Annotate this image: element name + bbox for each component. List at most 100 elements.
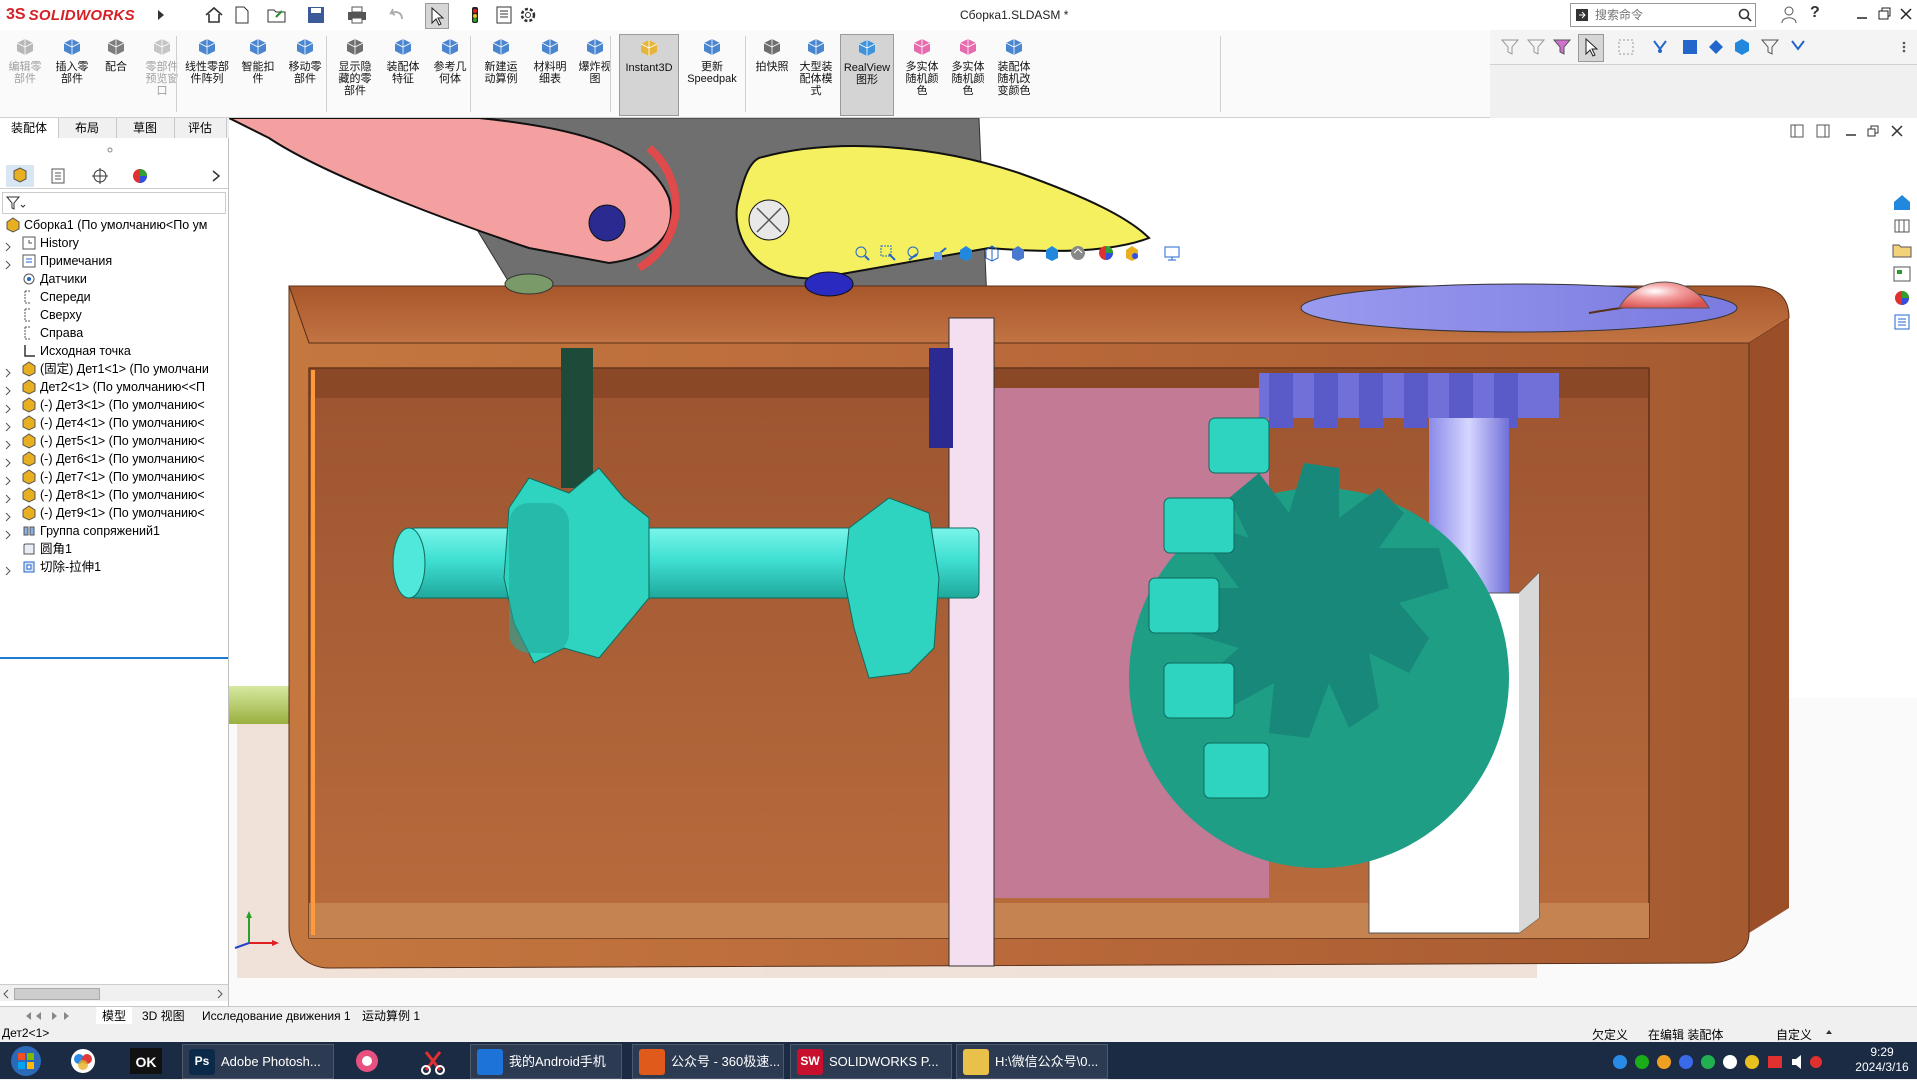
- tree-expand-arrow-icon[interactable]: [4, 399, 12, 414]
- ok-app-icon[interactable]: OK: [128, 1046, 164, 1076]
- select-box-icon[interactable]: [1616, 37, 1636, 57]
- home-icon[interactable]: [204, 6, 224, 24]
- filter-icon[interactable]: [1500, 37, 1520, 57]
- filter-faces-icon[interactable]: [1526, 37, 1546, 57]
- ribbon-button-13[interactable]: Instant3D: [619, 34, 679, 116]
- tree-expand-arrow-icon[interactable]: [4, 363, 12, 378]
- solidworks-resources-icon[interactable]: [1891, 192, 1913, 212]
- command-tab-3[interactable]: 评估: [174, 118, 227, 138]
- view-settings-icon[interactable]: [1123, 244, 1141, 262]
- filter-funnel-icon[interactable]: [3, 193, 27, 213]
- ribbon-button-18[interactable]: 多实体 随机颜 色: [900, 34, 944, 114]
- filter-toggle-icon[interactable]: [1760, 37, 1780, 57]
- scene-icon[interactable]: [1097, 244, 1115, 262]
- lasso-select-icon[interactable]: [1706, 37, 1726, 57]
- tree-expand-arrow-icon[interactable]: [4, 471, 12, 486]
- ribbon-button-8[interactable]: 装配体 特征: [380, 34, 426, 114]
- tree-expand-arrow-icon[interactable]: [4, 237, 12, 252]
- help-icon[interactable]: ?: [1810, 4, 1826, 24]
- panel-expand-arrow-icon[interactable]: [210, 168, 222, 184]
- solidworks-logo[interactable]: 3S SOLIDWORKS: [0, 0, 152, 30]
- viewport-minimize-icon[interactable]: [1844, 124, 1858, 138]
- taskbar-app-1[interactable]: 我的Android手机: [470, 1044, 622, 1079]
- feature-manager-tab[interactable]: [6, 165, 34, 187]
- ribbon-button-17[interactable]: RealView 图形: [840, 34, 894, 116]
- file-properties-icon[interactable]: [494, 5, 514, 25]
- units-dropdown-icon[interactable]: [1824, 1025, 1834, 1039]
- start-button-icon[interactable]: [8, 1044, 44, 1077]
- ribbon-button-7[interactable]: 显示隐 藏的零 部件: [332, 34, 378, 114]
- search-icon[interactable]: [1737, 7, 1753, 23]
- taskbar-app-2[interactable]: 公众号 - 360极速...: [632, 1044, 784, 1079]
- box-select-icon[interactable]: [1680, 37, 1700, 57]
- ribbon-button-10[interactable]: 新建运 动算例: [478, 34, 524, 114]
- section-view-icon[interactable]: [931, 244, 949, 262]
- ribbon-button-20[interactable]: 装配体 随机改 变颜色: [992, 34, 1036, 114]
- open-folder-icon[interactable]: [266, 5, 288, 25]
- viewport-tile-right-icon[interactable]: [1816, 124, 1830, 138]
- panel-grip[interactable]: [104, 142, 116, 153]
- edit-appearance-icon[interactable]: [1069, 244, 1087, 262]
- command-tab-1[interactable]: 布局: [58, 118, 117, 138]
- previous-view-icon[interactable]: [905, 244, 923, 262]
- tree-expand-arrow-icon[interactable]: [4, 561, 12, 576]
- scroll-thumb[interactable]: [14, 988, 100, 1000]
- status-units[interactable]: 自定义: [1776, 1026, 1812, 1043]
- tree-expand-arrow-icon[interactable]: [4, 255, 12, 270]
- ribbon-button-5[interactable]: 智能扣 件: [236, 34, 280, 114]
- search-input[interactable]: [1593, 7, 1737, 23]
- ribbon-button-0[interactable]: 编辑零 部件: [3, 34, 47, 114]
- tree-expand-arrow-icon[interactable]: [4, 381, 12, 396]
- display-style-icon[interactable]: [1009, 244, 1027, 262]
- options-gear-icon[interactable]: [518, 5, 538, 25]
- ribbon-button-15[interactable]: 拍快照: [752, 34, 792, 114]
- scroll-right-icon[interactable]: [216, 988, 224, 999]
- menu-expand-arrow[interactable]: [156, 6, 166, 24]
- tree-expand-arrow-icon[interactable]: [4, 417, 12, 432]
- zoom-to-fit-icon[interactable]: [853, 244, 871, 262]
- command-tab-2[interactable]: 草图: [116, 118, 175, 138]
- property-manager-tab[interactable]: [44, 165, 72, 187]
- appearances-scenes-icon[interactable]: [1891, 288, 1913, 308]
- close-window-icon[interactable]: [1898, 4, 1914, 24]
- search-commands-box[interactable]: [1570, 3, 1756, 27]
- baidu-netdisk-icon[interactable]: [68, 1046, 98, 1076]
- minimize-window-icon[interactable]: [1854, 4, 1870, 24]
- vertex-filter-icon[interactable]: [1650, 37, 1670, 57]
- new-document-icon[interactable]: [232, 5, 252, 25]
- print-icon[interactable]: [346, 5, 368, 25]
- tree-filter-box[interactable]: [2, 192, 226, 214]
- dynamic-annotation-icon[interactable]: [957, 244, 975, 262]
- design-library-icon[interactable]: [1891, 216, 1913, 236]
- taskbar-app-4[interactable]: H:\微信公众号\0...: [956, 1044, 1108, 1079]
- ribbon-button-9[interactable]: 参考几 何体: [428, 34, 472, 114]
- ribbon-button-19[interactable]: 多实体 随机颜 色: [946, 34, 990, 114]
- ribbon-button-11[interactable]: 材料明 细表: [528, 34, 572, 114]
- command-tab-0[interactable]: 装配体: [0, 118, 59, 138]
- tree-horizontal-scrollbar[interactable]: [0, 984, 228, 1001]
- hide-show-items-icon[interactable]: [1043, 244, 1061, 262]
- ribbon-button-16[interactable]: 大型装 配体模 式: [796, 34, 836, 114]
- taskbar-clock[interactable]: 9:29 2024/3/16: [1852, 1045, 1912, 1075]
- tree-expand-arrow-icon[interactable]: [4, 489, 12, 504]
- view-orientation-icon[interactable]: [983, 244, 1001, 262]
- viewport-close-icon[interactable]: [1890, 124, 1904, 138]
- viewport-tile-left-icon[interactable]: [1790, 124, 1804, 138]
- taskbar-app-3[interactable]: SW SOLIDWORKS P...: [790, 1044, 952, 1079]
- save-icon[interactable]: [306, 5, 326, 25]
- model-tab-0[interactable]: 模型: [96, 1007, 133, 1025]
- body-select-icon[interactable]: [1732, 37, 1752, 57]
- ribbon-button-2[interactable]: 配合: [96, 34, 136, 114]
- viewport-restore-icon[interactable]: [1866, 124, 1880, 138]
- taskbar-app-0[interactable]: Ps Adobe Photosh...: [182, 1044, 334, 1079]
- toolbar-overflow-icon[interactable]: [1898, 40, 1910, 54]
- model-tab-3[interactable]: 运动算例 1: [356, 1007, 426, 1025]
- recycle-app-icon[interactable]: [352, 1046, 382, 1076]
- model-tab-2[interactable]: Исследование движения 1: [196, 1007, 357, 1025]
- ribbon-button-6[interactable]: 移动零 部件: [282, 34, 328, 114]
- screenshot-scissors-icon[interactable]: [418, 1046, 448, 1076]
- ribbon-button-12[interactable]: 爆炸视 图: [572, 34, 618, 114]
- tree-expand-arrow-icon[interactable]: [4, 453, 12, 468]
- select-tool-icon[interactable]: [1578, 34, 1604, 62]
- ribbon-button-14[interactable]: 更新 Speedpak: [682, 34, 742, 114]
